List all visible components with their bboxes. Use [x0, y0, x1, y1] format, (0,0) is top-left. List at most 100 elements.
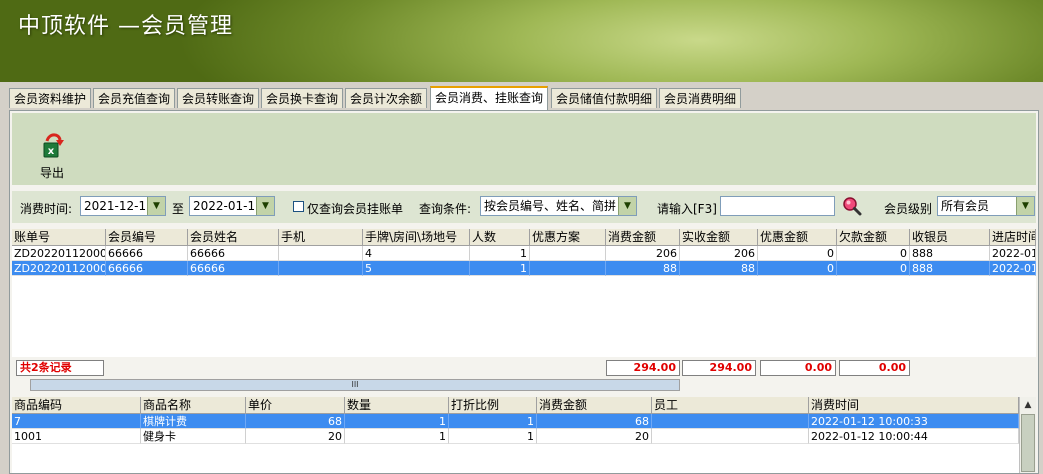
col-header[interactable]: 商品编码: [12, 397, 141, 413]
col-header[interactable]: 会员编号: [106, 229, 188, 245]
table-row[interactable]: 1001 健身卡 20 1 1 20 2022-01-12 10:00:44: [12, 429, 1019, 444]
unit-price-cell: 20: [246, 429, 345, 444]
col-header[interactable]: 打折比例: [449, 397, 537, 413]
debt-amount-cell: 0: [837, 246, 910, 261]
col-header[interactable]: 手机: [279, 229, 363, 245]
query-condition-select[interactable]: 按会员编号、姓名、简拼 ▼: [480, 196, 637, 216]
end-date-picker[interactable]: 2022-01-13 ▼: [189, 196, 275, 216]
product-name-cell: 健身卡: [141, 429, 246, 444]
to-label: 至: [172, 202, 185, 216]
start-date-picker[interactable]: 2021-12-13 ▼: [80, 196, 166, 216]
chevron-down-icon[interactable]: ▼: [618, 197, 636, 215]
col-header[interactable]: 单价: [246, 397, 345, 413]
discount-plan-cell: [530, 261, 606, 276]
entry-time-cell: 2022-01-: [990, 246, 1036, 261]
search-input-label: 请输入[F3]: [657, 202, 717, 216]
end-date-value: 2022-01-13: [193, 199, 263, 213]
cashier-cell: 888: [910, 261, 990, 276]
unit-price-cell: 68: [246, 414, 345, 429]
member-level-label: 会员级别: [884, 202, 933, 216]
member-level-select[interactable]: 所有会员 ▼: [937, 196, 1035, 216]
col-header[interactable]: 数量: [345, 397, 449, 413]
tab-bar: 会员资料维护 会员充值查询 会员转账查询 会员换卡查询 会员计次余额 会员消费、…: [9, 86, 1039, 110]
orders-table: 账单号 会员编号 会员姓名 手机 手牌\房间\场地号 人数 优惠方案 消费金额 …: [12, 229, 1036, 357]
table-row-selected[interactable]: 7 棋牌计费 68 1 1 68 2022-01-12 10:00:33: [12, 414, 1019, 429]
orders-table-header: 账单号 会员编号 会员姓名 手机 手牌\房间\场地号 人数 优惠方案 消费金额 …: [12, 229, 1036, 246]
received-amount-cell: 88: [680, 261, 758, 276]
col-header[interactable]: 员工: [652, 397, 809, 413]
staff-cell: [652, 429, 809, 444]
table-row-selected[interactable]: ZD202201120003 66666 66666 5 1 88 88 0 0…: [12, 261, 1036, 276]
discount-total: 0.00: [760, 360, 836, 376]
filter-bar: 消费时间: 2021-12-13 ▼ 至 2022-01-13 ▼ 仅查询会员挂…: [12, 191, 1036, 223]
chevron-down-icon[interactable]: ▼: [1016, 197, 1034, 215]
col-header[interactable]: 优惠金额: [758, 229, 837, 245]
chevron-down-icon[interactable]: ▼: [256, 197, 274, 215]
consume-time-cell: 2022-01-12 10:00:33: [809, 414, 1019, 429]
col-header[interactable]: 手牌\房间\场地号: [363, 229, 470, 245]
scrollbar-thumb[interactable]: [1021, 414, 1035, 472]
consume-amount-cell: 20: [537, 429, 652, 444]
consume-amount-cell: 68: [537, 414, 652, 429]
consume-time-cell: 2022-01-12 10:00:44: [809, 429, 1019, 444]
start-date-value: 2021-12-13: [84, 199, 154, 213]
export-button[interactable]: x 导出: [32, 131, 72, 181]
header-banner: 中顶软件 —会员管理: [0, 0, 1043, 82]
discount-plan-cell: [530, 246, 606, 261]
tab-member-info[interactable]: 会员资料维护: [9, 88, 92, 108]
tab-consume-detail[interactable]: 会员消费明细: [659, 88, 742, 108]
tab-panel: x 导出 消费时间: 2021-12-13 ▼ 至 2022-01-13 ▼ 仅…: [9, 110, 1039, 474]
only-credit-checkbox[interactable]: [293, 201, 304, 212]
col-header[interactable]: 优惠方案: [530, 229, 606, 245]
table-row[interactable]: ZD202201120002 66666 66666 4 1 206 206 0…: [12, 246, 1036, 261]
people-cell: 1: [470, 261, 530, 276]
people-cell: 1: [470, 246, 530, 261]
bill-no-cell: ZD202201120002: [12, 246, 106, 261]
quantity-cell: 1: [345, 414, 449, 429]
discount-amount-cell: 0: [758, 246, 837, 261]
tab-stored-value-payment[interactable]: 会员储值付款明细: [551, 88, 658, 108]
col-header[interactable]: 消费时间: [809, 397, 1019, 413]
received-total: 294.00: [682, 360, 756, 376]
search-icon[interactable]: [842, 196, 862, 216]
col-header[interactable]: 消费金额: [606, 229, 680, 245]
col-header[interactable]: 商品名称: [141, 397, 246, 413]
scrollbar-thumb[interactable]: III: [31, 380, 679, 390]
tab-card-change-query[interactable]: 会员换卡查询: [261, 88, 344, 108]
col-header[interactable]: 进店时间: [990, 229, 1036, 245]
orders-horizontal-scrollbar[interactable]: III: [30, 379, 680, 391]
scroll-up-arrow-icon[interactable]: ▲: [1020, 397, 1036, 413]
received-amount-cell: 206: [680, 246, 758, 261]
chevron-down-icon[interactable]: ▼: [147, 197, 165, 215]
search-input[interactable]: [720, 196, 835, 216]
staff-cell: [652, 414, 809, 429]
details-vertical-scrollbar[interactable]: ▲: [1019, 397, 1036, 473]
col-header[interactable]: 实收金额: [680, 229, 758, 245]
tab-consume-credit-query[interactable]: 会员消费、挂账查询: [430, 86, 549, 110]
member-name-cell: 66666: [188, 261, 279, 276]
app-title: 中顶软件 —会员管理: [18, 14, 233, 39]
query-condition-value: 按会员编号、姓名、简拼: [484, 199, 617, 213]
cashier-cell: 888: [910, 246, 990, 261]
col-header[interactable]: 人数: [470, 229, 530, 245]
toolbar: x 导出: [12, 113, 1036, 185]
col-header[interactable]: 消费金额: [537, 397, 652, 413]
phone-cell: [279, 261, 363, 276]
query-condition-label: 查询条件:: [419, 202, 472, 216]
col-header[interactable]: 收银员: [910, 229, 990, 245]
tab-count-balance[interactable]: 会员计次余额: [345, 88, 428, 108]
col-header[interactable]: 欠款金额: [837, 229, 910, 245]
member-name-cell: 66666: [188, 246, 279, 261]
col-header[interactable]: 会员姓名: [188, 229, 279, 245]
tab-recharge-query[interactable]: 会员充值查询: [93, 88, 176, 108]
tab-transfer-query[interactable]: 会员转账查询: [177, 88, 260, 108]
product-name-cell: 棋牌计费: [141, 414, 246, 429]
member-no-cell: 66666: [106, 246, 188, 261]
details-table-header: 商品编码 商品名称 单价 数量 打折比例 消费金额 员工 消费时间: [12, 397, 1019, 414]
quantity-cell: 1: [345, 429, 449, 444]
excel-export-icon: x: [43, 133, 64, 158]
discount-amount-cell: 0: [758, 261, 837, 276]
orders-summary-bar: 共2条记录 294.00 294.00 0.00 0.00: [12, 358, 1036, 378]
col-header[interactable]: 账单号: [12, 229, 106, 245]
consume-amount-cell: 206: [606, 246, 680, 261]
